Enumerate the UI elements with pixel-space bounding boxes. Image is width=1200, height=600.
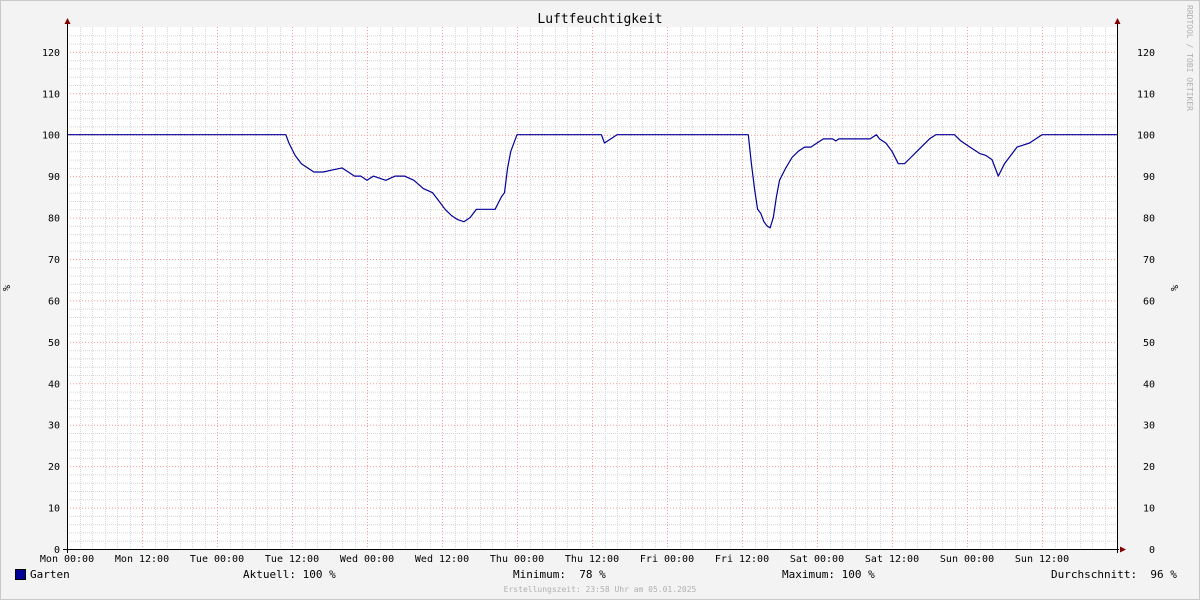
x-axis-arrow <box>1120 546 1126 553</box>
x-tick-label: Fri 00:00 <box>640 554 694 565</box>
y-tick-label-left: 120 <box>42 48 60 59</box>
y-axis-label-left: % <box>2 285 13 291</box>
plot-area: 0 010 1020 2030 3040 4050 5060 6070 7080 8090 9010… <box>40 18 1155 565</box>
x-tick-label: Sat 00:00 <box>790 554 844 565</box>
y-tick-label-left: 70 <box>48 255 60 266</box>
y-tick-label-left: 20 <box>48 462 60 473</box>
x-tick-label: Fri 12:00 <box>715 554 769 565</box>
legend-minimum: Minimum: 78 % <box>513 568 606 581</box>
x-tick-label: Thu 12:00 <box>565 554 619 565</box>
x-tick-label: Sun 12:00 <box>1015 554 1069 565</box>
y-tick-label-right: 20 <box>1143 462 1155 473</box>
x-tick-label: Mon 00:00 <box>40 554 94 565</box>
x-tick-label: Sat 12:00 <box>865 554 919 565</box>
x-tick-label: Wed 00:00 <box>340 554 394 565</box>
chart: Luftfeuchtigkeit RRDTOOL / TOBI OETIKER … <box>2 5 1194 565</box>
x-tick-label: Wed 12:00 <box>415 554 469 565</box>
y-tick-label-left: 50 <box>48 338 60 349</box>
y-tick-label-left: 90 <box>48 172 60 183</box>
y-tick-label-right: 40 <box>1143 379 1155 390</box>
y-tick-label-right: 60 <box>1143 296 1155 307</box>
y-tick-label-left: 110 <box>42 89 60 100</box>
legend-swatch-garten <box>15 569 26 580</box>
x-tick-label: Mon 12:00 <box>115 554 169 565</box>
y-axis-arrow-left <box>64 18 71 24</box>
y-axis-label-right: % <box>1170 285 1181 291</box>
legend-series-name: Garten <box>30 568 70 581</box>
x-tick-label: Tue 12:00 <box>265 554 319 565</box>
y-axis-arrow-right <box>1114 18 1121 24</box>
y-tick-label-right: 70 <box>1143 255 1155 266</box>
y-tick-label-right: 10 <box>1143 504 1155 515</box>
legend: Garten Aktuell: 100 % Minimum: 78 % Maxi… <box>0 566 1200 584</box>
legend-maximum: Maximum: 100 % <box>782 568 875 581</box>
y-tick-label-right: 120 <box>1137 48 1155 59</box>
x-tick-label: Tue 00:00 <box>190 554 244 565</box>
y-tick-label-right: 50 <box>1143 338 1155 349</box>
legend-average: Durchschnitt: 96 % <box>1051 568 1177 581</box>
x-tick-label: Sun 00:00 <box>940 554 994 565</box>
y-tick-label-right: 110 <box>1137 89 1155 100</box>
chart-title: Luftfeuchtigkeit <box>537 12 662 27</box>
x-tick-label: Thu 00:00 <box>490 554 544 565</box>
y-tick-label-right: 100 <box>1137 131 1155 142</box>
y-tick-label-left: 40 <box>48 379 60 390</box>
y-tick-label-right: 90 <box>1143 172 1155 183</box>
watermark: RRDTOOL / TOBI OETIKER <box>1185 5 1194 111</box>
y-tick-label-right: 0 <box>1149 545 1155 556</box>
legend-current: Aktuell: 100 % <box>243 568 336 581</box>
footer-timestamp: Erstellungszeit: 23:58 Uhr am 05.01.2025 <box>503 585 697 594</box>
y-tick-label-left: 60 <box>48 296 60 307</box>
y-tick-label-right: 80 <box>1143 214 1155 225</box>
y-tick-label-right: 30 <box>1143 421 1155 432</box>
y-tick-label-left: 10 <box>48 504 60 515</box>
y-tick-label-left: 100 <box>42 131 60 142</box>
y-tick-label-left: 30 <box>48 421 60 432</box>
y-tick-label-left: 80 <box>48 214 60 225</box>
